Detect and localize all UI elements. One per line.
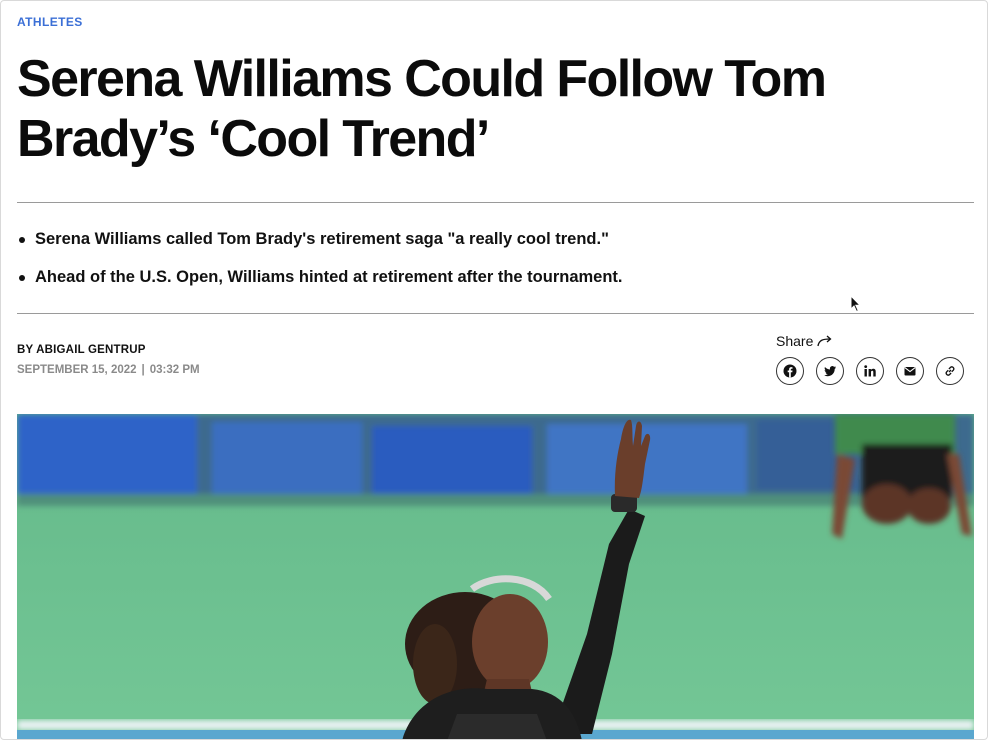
share-buttons bbox=[776, 357, 964, 385]
author-byline[interactable]: BY ABIGAIL GENTRUP bbox=[17, 344, 146, 356]
share-arrow-icon bbox=[817, 335, 832, 347]
share-text: Share bbox=[776, 333, 814, 349]
publish-date: SEPTEMBER 15, 2022 | 03:32 PM bbox=[17, 364, 200, 376]
facebook-icon bbox=[783, 364, 797, 378]
share-email-button[interactable] bbox=[896, 357, 924, 385]
divider-bottom bbox=[17, 313, 974, 314]
share-twitter-button[interactable] bbox=[816, 357, 844, 385]
link-icon bbox=[945, 366, 955, 376]
divider-top bbox=[17, 202, 974, 203]
linkedin-icon bbox=[864, 365, 876, 377]
share-label: Share bbox=[776, 333, 833, 349]
summary-list: Serena Williams called Tom Brady's retir… bbox=[17, 227, 623, 303]
mouse-pointer-icon bbox=[850, 295, 862, 313]
summary-item: Serena Williams called Tom Brady's retir… bbox=[17, 227, 623, 251]
category-link[interactable]: ATHLETES bbox=[17, 15, 83, 29]
article-page: ATHLETES Serena Williams Could Follow To… bbox=[0, 0, 988, 740]
time-text: 03:32 PM bbox=[149, 364, 200, 376]
email-icon bbox=[904, 367, 916, 376]
hero-photo bbox=[17, 414, 974, 739]
date-text: SEPTEMBER 15, 2022 bbox=[17, 364, 137, 376]
article-headline: Serena Williams Could Follow Tom Brady’s… bbox=[17, 50, 827, 168]
share-linkedin-button[interactable] bbox=[856, 357, 884, 385]
date-separator: | bbox=[141, 364, 145, 376]
summary-item: Ahead of the U.S. Open, Williams hinted … bbox=[17, 265, 623, 289]
copy-link-button[interactable] bbox=[936, 357, 964, 385]
share-facebook-button[interactable] bbox=[776, 357, 804, 385]
twitter-icon bbox=[824, 366, 836, 377]
hero-image bbox=[17, 414, 974, 739]
